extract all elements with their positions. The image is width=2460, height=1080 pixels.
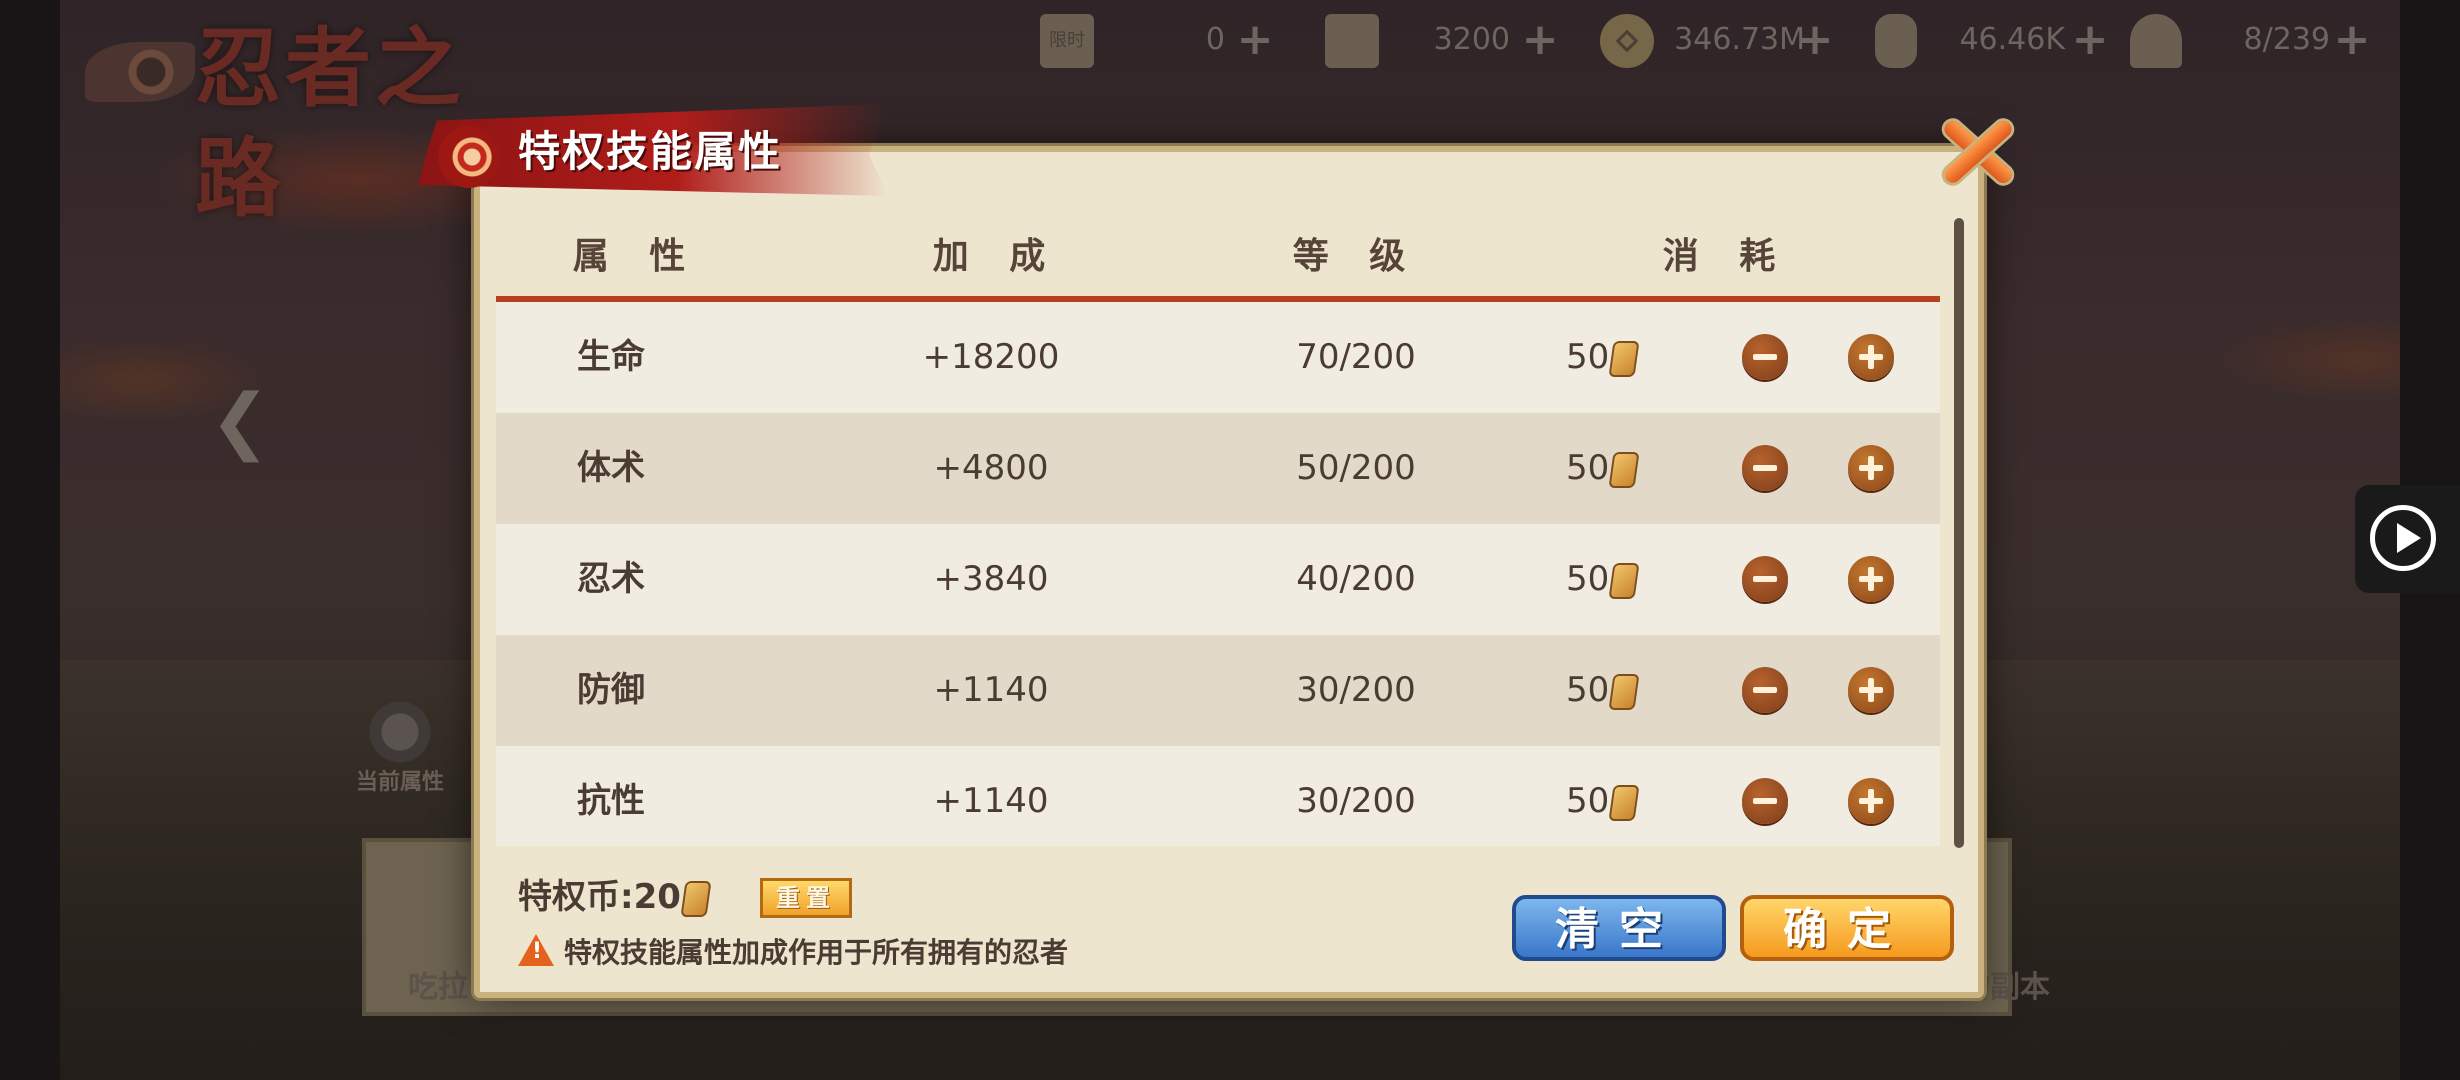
resource-item-1: 限时 0 + [1040,12,1273,68]
attribute-cost: 50 [1566,776,1640,826]
privilege-coin-text: 特权币:20 [518,877,681,917]
decrease-button[interactable] [1742,667,1788,713]
cost-value: 50 [1566,448,1610,488]
attribute-level: 40/200 [1296,559,1416,599]
attribute-name: 生命 [577,337,645,377]
header-attribute: 属 性 [572,236,700,277]
privilege-coin-icon [1608,673,1640,710]
dialog-title: 特权技能属性 [518,127,783,176]
shuriken-icon [362,700,438,764]
current-attribute-label: 当前属性 [355,770,444,795]
notice-line: 特权技能属性加成作用于所有拥有的忍者 [518,934,1068,972]
privilege-coin-icon [1608,340,1640,377]
swirl-icon [438,126,500,188]
add-resource-button[interactable]: + [1520,18,1560,62]
scroll-icon [1325,14,1379,68]
rice-ball-icon [2130,14,2182,68]
attribute-bonus: +4800 [933,448,1049,488]
close-button[interactable] [1934,108,2020,194]
cost-value: 50 [1566,559,1610,599]
increase-button[interactable] [1848,778,1894,824]
privilege-coin-icon [1608,562,1640,599]
game-logo: 忍者之路 [85,14,525,229]
background-card-text-left: 吃拉 [408,970,468,1005]
add-resource-button[interactable]: + [1795,18,1835,62]
attribute-name: 防御 [577,670,645,710]
attribute-cost: 50 [1566,665,1640,715]
attribute-cost: 50 [1566,554,1640,604]
attribute-name: 体术 [577,448,645,488]
resource-item-5: 8/239 + [2130,12,2380,68]
decrease-button[interactable] [1742,334,1788,380]
attribute-bonus: +3840 [933,559,1049,599]
attribute-bonus: +18200 [922,337,1060,377]
attribute-level: 50/200 [1296,448,1416,488]
increase-button[interactable] [1848,334,1894,380]
left-edge-strip [0,0,60,1080]
notice-text: 特权技能属性加成作用于所有拥有的忍者 [564,936,1069,969]
increase-button[interactable] [1848,667,1894,713]
privilege-coin-icon [1608,784,1640,821]
warning-icon [518,934,554,966]
resource-value: 8/239 [2243,22,2330,57]
video-play-button[interactable] [2355,485,2460,593]
cost-value: 50 [1566,670,1610,710]
increase-button[interactable] [1848,445,1894,491]
attribute-cost: 50 [1566,443,1640,493]
attribute-level: 30/200 [1296,781,1416,821]
add-resource-button[interactable]: + [1235,18,1275,62]
privilege-coin-icon [680,880,712,917]
attribute-name: 抗性 [577,781,645,821]
decrease-button[interactable] [1742,556,1788,602]
cost-value: 50 [1566,337,1610,377]
header-cost: 消 耗 [1662,236,1790,277]
resource-item-3: 346.73M + [1600,12,1840,68]
privilege-coin-balance: 特权币:20 [518,872,712,922]
resource-value: 346.73M [1674,22,1805,57]
table-row: 体术 +4800 50/200 50 [496,413,1940,524]
confirm-button[interactable]: 确定 [1740,895,1954,961]
attribute-table: 属 性 加 成 等 级 消 耗 生命 +18200 70/200 50 体术 +… [496,212,1940,846]
increase-button[interactable] [1848,556,1894,602]
back-arrow-icon[interactable]: ❮ [200,384,280,456]
decrease-button[interactable] [1742,445,1788,491]
resource-value: 3200 [1433,22,1510,57]
clear-button[interactable]: 清空 [1512,895,1726,961]
resource-value: 46.46K [1959,22,2065,57]
add-resource-button[interactable]: + [2070,18,2110,62]
resource-item-4: 46.46K + [1875,12,2108,68]
table-row: 防御 +1140 30/200 50 [496,635,1940,746]
header-bonus: 加 成 [932,236,1060,277]
attribute-name: 忍术 [577,559,645,599]
scroll-icon: 限时 [1040,14,1094,68]
reset-button[interactable]: 重置 [760,878,852,918]
table-row: 抗性 +1140 30/200 50 [496,746,1940,846]
attribute-level: 30/200 [1296,670,1416,710]
scroll-roll-icon [1875,14,1917,68]
table-scrollbar[interactable] [1954,218,1964,848]
table-row: 生命 +18200 70/200 50 [496,302,1940,413]
add-resource-button[interactable]: + [2332,18,2372,62]
privilege-coin-icon [1608,451,1640,488]
resource-value: 0 [1205,22,1225,57]
decrease-button[interactable] [1742,778,1788,824]
cost-value: 50 [1566,781,1610,821]
attribute-level: 70/200 [1296,337,1416,377]
logo-swirl-icon [85,42,195,102]
play-icon [2370,505,2436,571]
resource-item-2: 3200 + [1325,12,1558,68]
attribute-bonus: +1140 [933,781,1049,821]
attribute-bonus: +1140 [933,670,1049,710]
coin-icon [1600,14,1654,68]
table-header: 属 性 加 成 等 级 消 耗 [496,212,1940,302]
attribute-cost: 50 [1566,332,1640,382]
current-attribute-button[interactable]: 当前属性 [345,700,455,800]
table-row: 忍术 +3840 40/200 50 [496,524,1940,635]
header-level: 等 级 [1292,236,1420,277]
